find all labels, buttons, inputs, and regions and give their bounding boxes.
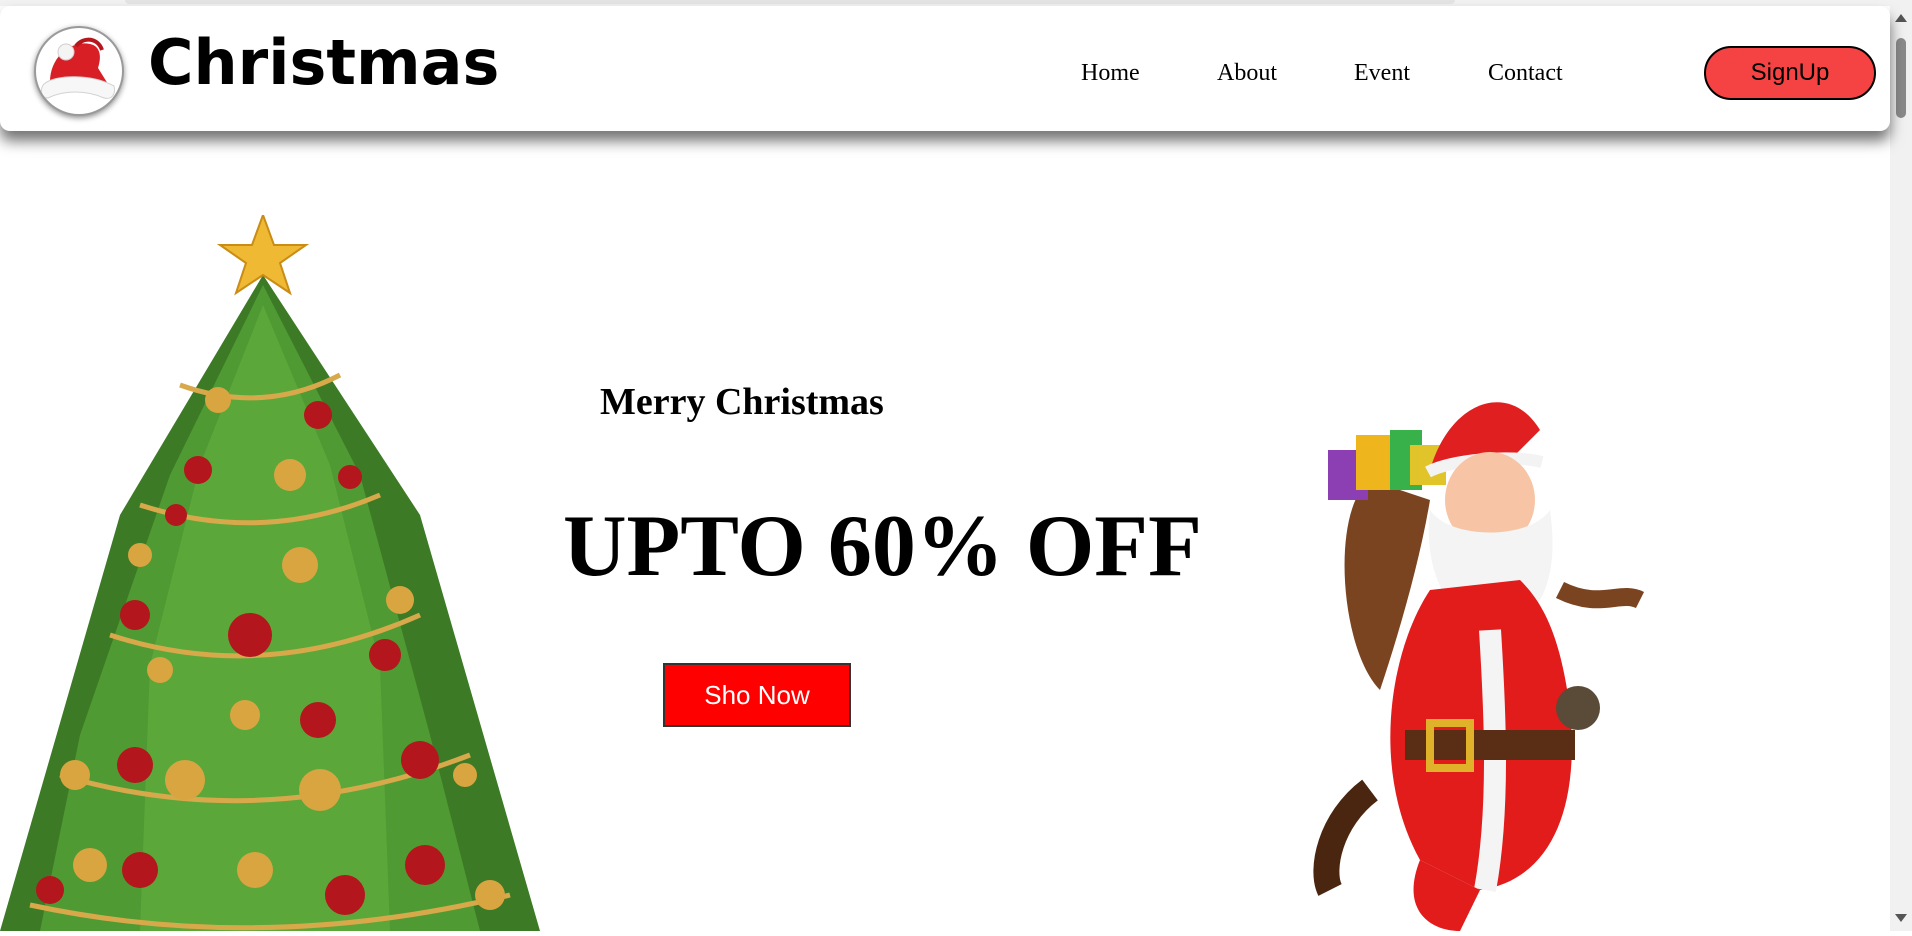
nav-about[interactable]: About [1217, 60, 1277, 87]
scroll-down-arrow-icon[interactable] [1895, 914, 1907, 922]
shop-now-button[interactable]: Sho Now [663, 663, 851, 727]
vertical-scrollbar[interactable] [1890, 0, 1912, 931]
hero-subtitle: Merry Christmas [600, 381, 884, 423]
santa-claus-icon [1313, 402, 1645, 931]
brand-title: Christmas [148, 26, 500, 99]
santa-hat-icon [40, 37, 115, 99]
christmas-tree-image [0, 212, 540, 931]
nav-event[interactable]: Event [1354, 60, 1410, 87]
logo[interactable] [34, 26, 124, 116]
christmas-tree-icon [0, 212, 540, 931]
nav-contact[interactable]: Contact [1488, 60, 1563, 87]
nav-home[interactable]: Home [1081, 60, 1140, 87]
hero-headline: UPTO 60% OFF [563, 498, 1202, 595]
navbar: Christmas Home About Event Contact SignU… [0, 6, 1890, 131]
signup-button[interactable]: SignUp [1704, 46, 1876, 100]
santa-image [1310, 390, 1670, 931]
browser-tab-edge [125, 0, 1455, 4]
scroll-up-arrow-icon[interactable] [1895, 14, 1907, 22]
scroll-thumb[interactable] [1896, 38, 1906, 118]
